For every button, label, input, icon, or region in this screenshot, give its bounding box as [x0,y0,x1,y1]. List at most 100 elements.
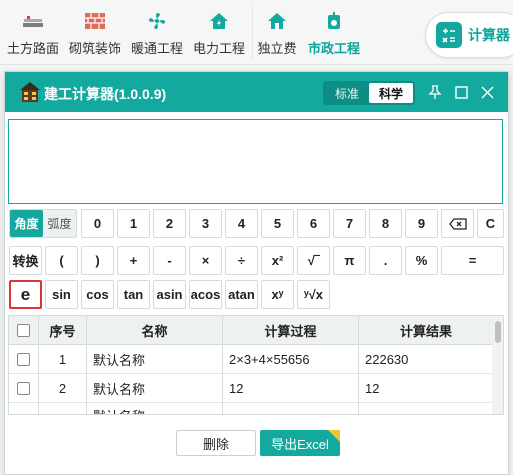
table-scrollbar[interactable] [492,316,503,414]
key-e[interactable]: e [9,280,42,309]
key-asin[interactable]: asin [153,280,186,309]
ribbon-item-masonry[interactable]: 砌筑装饰 [66,10,124,60]
key-minus[interactable]: - [153,246,186,275]
delete-button[interactable]: 删除 [176,430,256,456]
electric-house-icon [208,10,230,32]
table-header: 序号 名称 计算过程 计算结果 [9,316,493,345]
calculator-dialog: 建工计算器(1.0.0.9) 标准 科学 角度 弧度 0 1 2 3 4 5 6… [4,71,509,475]
row-process[interactable]: 2×3+4×55656 [223,345,359,373]
row-result: 222630 [365,351,409,367]
row-checkbox[interactable] [17,381,30,395]
mode-standard-button[interactable]: 标准 [325,83,369,103]
key-0[interactable]: 0 [81,209,114,238]
row-index: 2 [39,374,87,402]
key-percent[interactable]: % [405,246,438,275]
ribbon-separator [252,6,253,60]
maximize-icon[interactable] [452,83,470,101]
backspace-icon [448,217,467,230]
key-sqrt[interactable]: √‾ [297,246,330,275]
key-nth-root[interactable]: ʸ√x [297,280,330,309]
building-icon [19,81,41,103]
ribbon-item-hvac[interactable]: 暖通工程 [128,10,186,60]
key-2[interactable]: 2 [153,209,186,238]
row-name[interactable]: 默认名称 [87,374,223,402]
ribbon-item-label: 电力工程 [192,41,245,56]
row-select-cell [9,403,39,414]
row-index [39,403,87,414]
clear-button[interactable]: C [477,209,504,238]
table-row[interactable]: 默认名称 [9,403,493,414]
backspace-button[interactable] [441,209,474,238]
key-pi[interactable]: π [333,246,366,275]
ribbon-item-label: 砌筑装饰 [68,41,121,56]
key-5[interactable]: 5 [261,209,294,238]
key-multiply[interactable]: × [189,246,222,275]
ribbon-item-electric[interactable]: 电力工程 [190,10,248,60]
key-1[interactable]: 1 [117,209,150,238]
key-power[interactable]: xʸ [261,280,294,309]
fan-icon [146,10,168,32]
brick-wall-icon [84,10,106,32]
angle-radian-button[interactable]: 弧度 [43,210,76,237]
row-name[interactable]: 默认名称 [87,345,223,373]
row-name[interactable]: 默认名称 [87,403,223,414]
row-select-cell [9,374,39,402]
pin-icon[interactable] [426,83,444,101]
key-tan[interactable]: tan [117,280,150,309]
key-square[interactable]: x² [261,246,294,275]
export-excel-label: 导出Excel [271,436,329,452]
key-open-paren[interactable]: ( [45,246,78,275]
select-all-checkbox[interactable] [17,323,30,337]
angle-unit-toggle: 角度 弧度 [9,209,77,238]
ribbon-item-municipal[interactable]: 市政工程 [305,10,363,60]
key-acos[interactable]: acos [189,280,222,309]
key-close-paren[interactable]: ) [81,246,114,275]
row-process[interactable] [223,403,359,414]
ribbon-item-independent-fee[interactable]: 独立费 [254,10,300,60]
ribbon-item-label: 土方路面 [6,41,59,56]
key-sin[interactable]: sin [45,280,78,309]
mode-scientific-button[interactable]: 科学 [369,83,413,103]
key-8[interactable]: 8 [369,209,402,238]
header-process: 计算过程 [223,316,359,344]
key-4[interactable]: 4 [225,209,258,238]
key-9[interactable]: 9 [405,209,438,238]
angle-degree-button[interactable]: 角度 [10,210,43,237]
calculator-display[interactable] [8,119,503,204]
row-checkbox[interactable] [17,352,30,366]
table-row[interactable]: 1 默认名称 2×3+4×55656 222630 [9,345,493,374]
key-decimal[interactable]: . [369,246,402,275]
scrollbar-thumb[interactable] [495,321,501,343]
table-row[interactable]: 2 默认名称 12 12 [9,374,493,403]
row-result [359,403,493,414]
row-result: 12 [365,380,380,396]
key-plus[interactable]: + [117,246,150,275]
key-6[interactable]: 6 [297,209,330,238]
history-table: 序号 名称 计算过程 计算结果 1 默认名称 2×3+4×55656 22263… [8,315,504,415]
vip-badge [328,430,340,442]
ribbon-item-label: 独立费 [257,41,297,56]
ribbon-item-earthwork[interactable]: 土方路面 [4,10,62,60]
key-equals[interactable]: = [441,246,504,275]
calculator-launcher[interactable]: 计算器 [425,12,513,58]
header-name: 名称 [87,316,223,344]
key-divide[interactable]: ÷ [225,246,258,275]
key-7[interactable]: 7 [333,209,366,238]
close-icon[interactable] [478,83,496,101]
house-icon [266,10,288,32]
header-index: 序号 [39,316,87,344]
dialog-titlebar[interactable]: 建工计算器(1.0.0.9) 标准 科学 [5,72,508,112]
top-ribbon: 土方路面 砌筑装饰 暖通工程 电力工程 独立费 市政工程 计算器 [0,0,513,65]
key-3[interactable]: 3 [189,209,222,238]
mode-toggle: 标准 科学 [323,81,415,105]
convert-button[interactable]: 转换 [9,246,42,275]
row-process[interactable]: 12 [223,374,359,402]
calculator-icon [436,22,462,48]
export-excel-button[interactable]: 导出Excel [260,430,340,456]
key-cos[interactable]: cos [81,280,114,309]
key-atan[interactable]: atan [225,280,258,309]
municipal-icon [323,10,345,32]
row-select-cell [9,345,39,373]
road-roller-icon [22,10,44,32]
header-result: 计算结果 [399,323,452,339]
